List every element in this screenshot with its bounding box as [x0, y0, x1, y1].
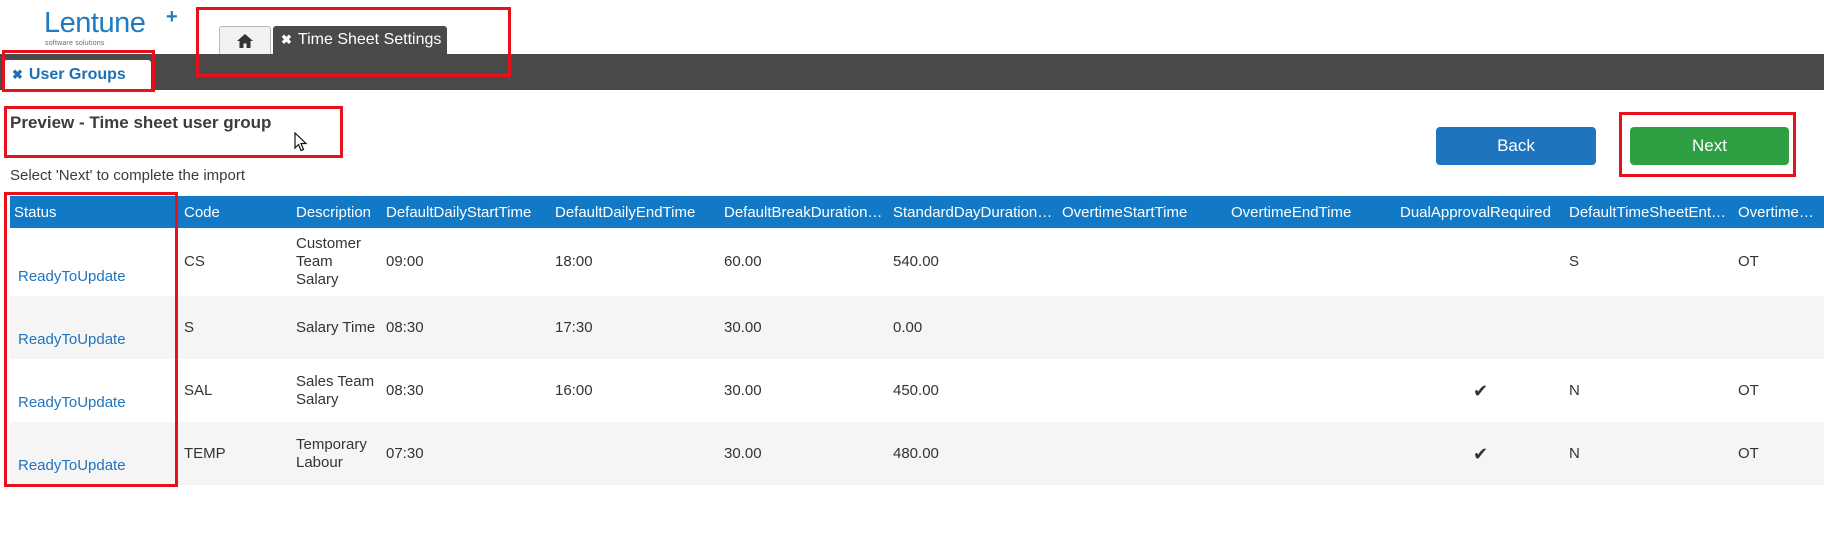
column-header[interactable]: DualApprovalRequired — [1396, 196, 1565, 228]
table-cell — [551, 422, 720, 485]
column-header[interactable]: OvertimeTime — [1734, 196, 1824, 228]
tab-user-groups[interactable]: ✖ User Groups — [4, 60, 151, 90]
instruction-text: Select 'Next' to complete the import — [10, 167, 245, 184]
preview-table: Status Code Description DefaultDailyStar… — [10, 196, 1824, 485]
table-cell: 07:30 — [382, 422, 551, 485]
table-cell — [1734, 296, 1824, 359]
next-button[interactable]: Next — [1630, 127, 1789, 165]
logo-plus: + — [166, 6, 178, 28]
home-icon — [237, 33, 253, 48]
table-header-row: Status Code Description DefaultDailyStar… — [10, 196, 1824, 228]
table-cell: 08:30 — [382, 296, 551, 359]
column-header[interactable]: DefaultDailyEndTime — [551, 196, 720, 228]
table-cell: 60.00 — [720, 228, 889, 296]
table-cell: 30.00 — [720, 359, 889, 422]
table-cell — [1058, 422, 1227, 485]
table-cell: 18:00 — [551, 228, 720, 296]
column-header[interactable]: Description — [292, 196, 382, 228]
table-cell: N — [1565, 359, 1734, 422]
home-tab[interactable] — [219, 26, 271, 54]
table-row[interactable]: ReadyToUpdate SAL Sales Team Salary 08:3… — [10, 359, 1824, 422]
table-cell — [1058, 228, 1227, 296]
table-cell: TEMP — [180, 422, 292, 485]
close-icon[interactable]: ✖ — [12, 67, 23, 83]
table-cell: Sales Team Salary — [292, 359, 382, 422]
table-cell: SAL — [180, 359, 292, 422]
table-cell — [1227, 296, 1396, 359]
table-cell: Customer Team Salary — [292, 228, 382, 296]
table-cell: OT — [1734, 422, 1824, 485]
table-cell: Temporary Labour — [292, 422, 382, 485]
table-cell: 540.00 — [889, 228, 1058, 296]
table-cell: 0.00 — [889, 296, 1058, 359]
status-cell[interactable]: ReadyToUpdate — [10, 422, 180, 485]
lentune-logo: Lentune + software solutions — [44, 6, 178, 48]
back-button[interactable]: Back — [1436, 127, 1596, 165]
tab-time-sheet-settings[interactable]: ✖ Time Sheet Settings — [273, 26, 447, 54]
status-cell[interactable]: ReadyToUpdate — [10, 228, 180, 296]
check-icon — [1396, 296, 1565, 359]
table-row[interactable]: ReadyToUpdate TEMP Temporary Labour 07:3… — [10, 422, 1824, 485]
check-icon: ✔ — [1396, 359, 1565, 422]
column-header[interactable]: StandardDayDuration… — [889, 196, 1058, 228]
table-cell: S — [1565, 228, 1734, 296]
status-cell[interactable]: ReadyToUpdate — [10, 296, 180, 359]
table-cell: 08:30 — [382, 359, 551, 422]
column-header[interactable]: DefaultDailyStartTime — [382, 196, 551, 228]
table-cell: N — [1565, 422, 1734, 485]
close-icon[interactable]: ✖ — [281, 32, 292, 48]
table-cell: S — [180, 296, 292, 359]
table-cell: 480.00 — [889, 422, 1058, 485]
mouse-cursor-icon — [294, 132, 308, 152]
table-cell — [1058, 296, 1227, 359]
tab-label: Time Sheet Settings — [297, 31, 442, 48]
table-row[interactable]: ReadyToUpdate CS Customer Team Salary 09… — [10, 228, 1824, 296]
tab-bar-band — [0, 54, 1824, 90]
table-cell: 30.00 — [720, 296, 889, 359]
table-cell: 450.00 — [889, 359, 1058, 422]
check-icon: ✔ — [1396, 422, 1565, 485]
column-header[interactable]: DefaultTimeSheetEntr… — [1565, 196, 1734, 228]
logo-wordmark: Lentune — [44, 7, 146, 39]
table-cell: 17:30 — [551, 296, 720, 359]
page-title: Preview - Time sheet user group — [10, 113, 272, 132]
table-cell — [1227, 359, 1396, 422]
column-header[interactable]: DefaultBreakDuration… — [720, 196, 889, 228]
check-icon — [1396, 228, 1565, 296]
table-cell: 09:00 — [382, 228, 551, 296]
table-cell: CS — [180, 228, 292, 296]
table-cell: 16:00 — [551, 359, 720, 422]
table-cell — [1565, 296, 1734, 359]
column-header[interactable]: Status — [10, 196, 180, 228]
logo-tagline: software solutions — [45, 40, 105, 47]
column-header[interactable]: OvertimeStartTime — [1058, 196, 1227, 228]
table-cell: OT — [1734, 228, 1824, 296]
table-cell — [1227, 422, 1396, 485]
column-header[interactable]: OvertimeEndTime — [1227, 196, 1396, 228]
table-cell: 30.00 — [720, 422, 889, 485]
table-cell: OT — [1734, 359, 1824, 422]
status-cell[interactable]: ReadyToUpdate — [10, 359, 180, 422]
column-header[interactable]: Code — [180, 196, 292, 228]
table-row[interactable]: ReadyToUpdate S Salary Time 08:30 17:30 … — [10, 296, 1824, 359]
table-cell — [1227, 228, 1396, 296]
subtab-label: User Groups — [28, 66, 126, 83]
table-cell — [1058, 359, 1227, 422]
table-cell: Salary Time — [292, 296, 382, 359]
